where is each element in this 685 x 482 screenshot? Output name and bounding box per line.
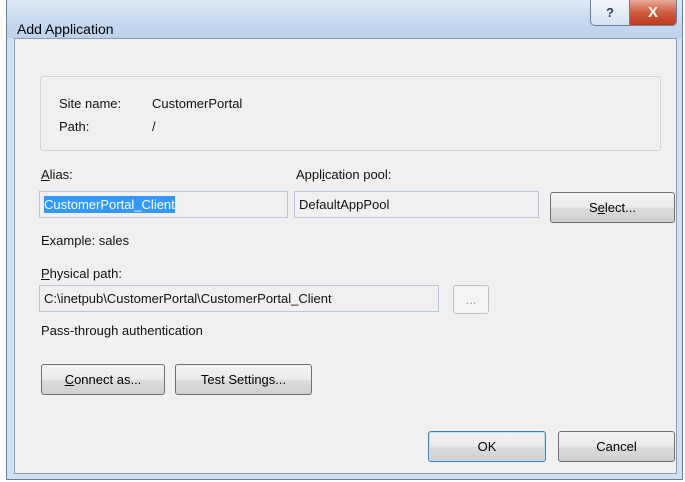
title-bar[interactable]: Add Application ? X xyxy=(7,0,682,38)
add-application-dialog: Add Application ? X Site name: CustomerP… xyxy=(6,0,683,480)
physical-path-input[interactable]: C:\inetpub\CustomerPortal\CustomerPortal… xyxy=(39,285,439,312)
dialog-body: Site name: CustomerPortal Path: / Alias:… xyxy=(14,38,677,474)
close-icon: X xyxy=(647,4,658,21)
app-pool-field: DefaultAppPool xyxy=(294,191,539,218)
alias-label: Alias: xyxy=(41,167,73,182)
path-value: / xyxy=(152,119,156,134)
cancel-button[interactable]: Cancel xyxy=(558,431,675,462)
browse-path-button[interactable]: ... xyxy=(453,285,489,314)
alias-example: Example: sales xyxy=(41,233,130,248)
physical-path-label: Physical path: xyxy=(41,266,122,281)
ok-button[interactable]: OK xyxy=(428,431,546,462)
close-button[interactable]: X xyxy=(629,0,677,26)
app-pool-label: Application pool: xyxy=(296,167,392,182)
alias-input-value: CustomerPortal_Client xyxy=(44,196,175,213)
alias-input[interactable]: CustomerPortal_Client xyxy=(39,191,288,218)
help-icon: ? xyxy=(606,5,614,20)
pass-through-auth-label: Pass-through authentication xyxy=(41,323,203,338)
select-app-pool-button[interactable]: Se lect... xyxy=(550,192,675,223)
site-info-box: Site name: CustomerPortal Path: / xyxy=(40,76,661,151)
connect-as-button[interactable]: Connect as... xyxy=(41,364,165,395)
test-settings-button[interactable]: Test Settings... xyxy=(175,364,312,395)
app-pool-value: DefaultAppPool xyxy=(299,197,390,212)
dialog-title: Add Application xyxy=(17,21,114,37)
help-button[interactable]: ? xyxy=(590,0,630,26)
physical-path-value: C:\inetpub\CustomerPortal\CustomerPortal… xyxy=(44,291,332,306)
site-name-value: CustomerPortal xyxy=(152,96,243,111)
path-label: Path: xyxy=(59,119,90,134)
site-name-label: Site name: xyxy=(59,96,122,111)
